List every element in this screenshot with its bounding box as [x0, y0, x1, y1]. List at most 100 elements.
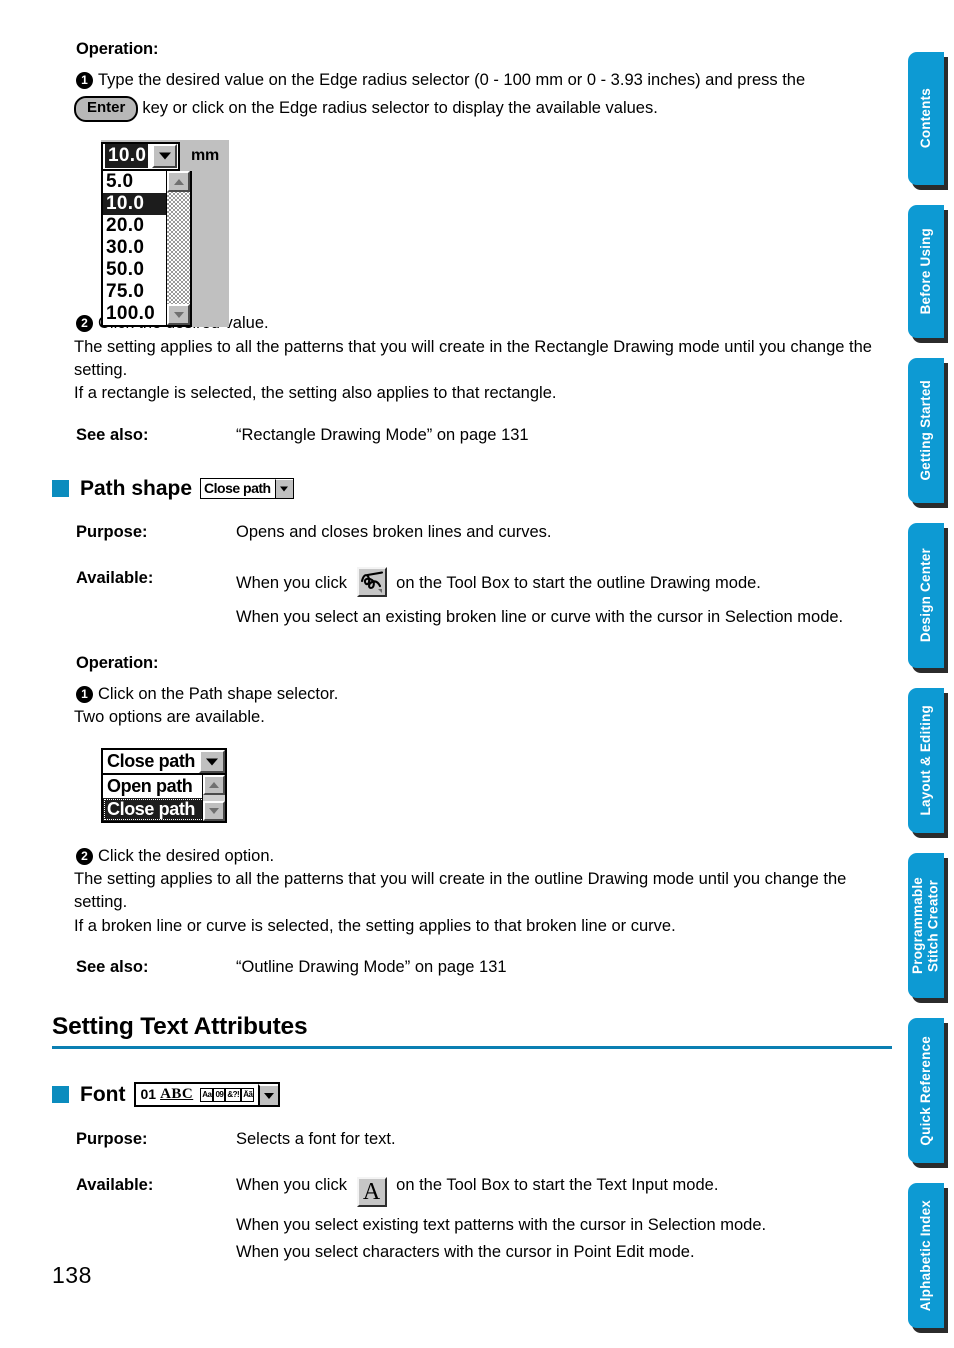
step-number-1: 1	[76, 72, 93, 89]
step-number-2-path: 2	[76, 847, 93, 865]
available-label: Available:	[76, 568, 154, 587]
available-value-font: When you click A on the Tool Box to star…	[236, 1174, 892, 1265]
chevron-down-icon[interactable]	[258, 1084, 279, 1106]
step-1-path-text: Click on the Path shape selector.	[98, 684, 339, 703]
sidebar-item-label: Quick Reference	[918, 1035, 934, 1146]
sidebar-item-label: Alphabetic Index	[918, 1199, 934, 1312]
sidebar-item-before-using[interactable]: Before Using	[908, 205, 944, 338]
page-title: Setting Text Attributes	[52, 1013, 308, 1041]
sidebar-item-label: Getting Started	[918, 380, 934, 481]
step-2-detail-1: The setting applies to all the patterns …	[74, 337, 872, 380]
chevron-down-icon[interactable]	[274, 479, 293, 499]
edge-radius-input[interactable]: 10.0	[101, 141, 180, 171]
font-glyph-box: &?!	[225, 1087, 242, 1102]
font-available-row: Available: When you click A on the Tool …	[76, 1174, 892, 1265]
heading-font: Font 01 ABC Aa 09 &?! Äã	[52, 1082, 892, 1108]
step-1-path: 1 Click on the Path shape selector.	[76, 683, 892, 706]
enter-key-badge: Enter	[74, 96, 139, 123]
available-value: When you click on the Tool Box to start …	[236, 566, 892, 630]
sidebar-item-label: Contents	[918, 88, 934, 149]
sidebar-item-getting-started[interactable]: Getting Started	[908, 358, 944, 503]
available-line-1: When you click on the Tool Box to start …	[236, 566, 892, 597]
purpose-label-font: Purpose:	[76, 1130, 148, 1149]
edge-radius-field-row: 10.0 mm	[101, 140, 229, 172]
purpose-value-font: Selects a font for text.	[236, 1130, 396, 1149]
path-purpose-row: Purpose: Opens and closes broken lines a…	[76, 521, 892, 545]
operation-label-path: Operation:	[76, 653, 159, 672]
sidebar-item-programmable-stitch-creator[interactable]: Programmable Stitch Creator	[908, 853, 944, 998]
chevron-down-icon[interactable]	[199, 750, 225, 773]
available-label-font: Available:	[76, 1176, 154, 1195]
scroll-up-icon[interactable]	[203, 775, 225, 795]
see-also-path: See also: “Outline Drawing Mode” on page…	[76, 958, 892, 977]
font-glyph-box: 09	[213, 1087, 226, 1102]
step-number-1-path: 1	[76, 685, 93, 703]
font-number: 01	[140, 1086, 157, 1103]
available-line-2: When you select an existing broken line …	[236, 607, 844, 626]
step-2-detail-2: If a rectangle is selected, the setting …	[74, 384, 557, 403]
sidebar-item-label: Design Center	[918, 548, 934, 643]
see-also-label-path: See also:	[76, 958, 149, 977]
edge-radius-dropdown-list[interactable]: 5.0 10.0 20.0 30.0 50.0 75.0 100.0	[101, 171, 192, 327]
bullet-square-icon	[52, 1086, 69, 1104]
scroll-up-icon[interactable]	[167, 171, 190, 192]
step-2-path-text: Click the desired option.	[98, 846, 275, 865]
operation-label-rectangle: Operation:	[76, 40, 159, 58]
font-purpose-row: Purpose: Selects a font for text.	[76, 1128, 892, 1152]
path-shape-field[interactable]: Close path	[101, 748, 227, 775]
purpose-value: Opens and closes broken lines and curves…	[236, 522, 552, 541]
scroll-down-icon[interactable]	[167, 304, 190, 325]
sidebar-item-design-center[interactable]: Design Center	[908, 523, 944, 668]
edge-radius-value: 10.0	[105, 144, 149, 168]
path-shape-value: Close path	[107, 751, 196, 771]
path-available-row: Available: When you click on the Tool Bo…	[76, 566, 892, 630]
outline-drawing-tool-icon[interactable]	[356, 566, 387, 597]
available-text-before: When you click	[236, 573, 347, 592]
font-glyph-box: Aa	[200, 1087, 214, 1102]
step-1-path-detail: Two options are available.	[74, 708, 265, 727]
sidebar-item-alphabetic-index[interactable]: Alphabetic Index	[908, 1183, 944, 1328]
section-text-attributes: Setting Text Attributes	[52, 1013, 892, 1050]
edge-radius-unit: mm	[191, 147, 220, 164]
step-1-text-after: key or click on the Edge radius selector…	[142, 99, 658, 118]
see-also-value[interactable]: “Rectangle Drawing Mode” on page 131	[236, 426, 529, 445]
text-input-tool-icon[interactable]: A	[356, 1177, 387, 1208]
manual-page: Operation: 1 Type the desired value on th…	[0, 0, 954, 1348]
path-shape-selector-value: Close path	[204, 480, 271, 497]
step-2-path-detail-2: If a broken line or curve is selected, t…	[74, 916, 676, 935]
sidebar-item-layout-editing[interactable]: Layout & Editing	[908, 688, 944, 833]
sidebar-item-label: Programmable Stitch Creator	[910, 877, 941, 974]
page-number: 138	[52, 1262, 92, 1288]
scroll-down-icon[interactable]	[203, 801, 225, 821]
font-glyph-set: Aa 09 &?! Äã	[200, 1084, 258, 1105]
step-1-continuation: Enter key or click on the Edge radius sel…	[74, 96, 892, 123]
see-also-value-path[interactable]: “Outline Drawing Mode” on page 131	[236, 958, 507, 977]
font-sample-abc: ABC	[160, 1086, 194, 1103]
path-shape-selector-inline[interactable]: Close path	[200, 478, 294, 500]
step-number-2: 2	[76, 315, 93, 333]
path-shape-selector-expanded[interactable]: Close path Open path Close path	[101, 748, 231, 823]
edge-radius-selector[interactable]: 10.0 mm 5.0 10.0 20.0 30.0 50.0 75.0 100…	[101, 140, 229, 327]
available-font-line-3: When you select characters with the curs…	[236, 1243, 695, 1262]
available-font-line-2: When you select existing text patterns w…	[236, 1216, 767, 1235]
available-font-text-before: When you click	[236, 1176, 347, 1195]
heading-path-shape: Path shape Close path	[52, 477, 892, 501]
dropdown-scrollbar[interactable]	[202, 775, 225, 821]
font-glyph-box: Äã	[241, 1087, 255, 1102]
step-1-rectangle: 1 Type the desired value on the Edge radi…	[76, 69, 892, 92]
sidebar-tab-strip: Contents Before Using Getting Started De…	[890, 0, 954, 1348]
available-font-text-after: on the Tool Box to start the Text Input …	[396, 1176, 719, 1195]
sidebar-item-label: Layout & Editing	[918, 705, 934, 816]
sidebar-item-quick-reference[interactable]: Quick Reference	[908, 1018, 944, 1163]
sidebar-item-contents[interactable]: Contents	[908, 52, 944, 185]
font-selector[interactable]: 01 ABC Aa 09 &?! Äã	[134, 1082, 281, 1108]
step-2-path-detail-1: The setting applies to all the patterns …	[74, 869, 847, 912]
available-font-line-1: When you click A on the Tool Box to star…	[236, 1174, 892, 1208]
sidebar-item-label: Before Using	[918, 228, 934, 315]
path-shape-dropdown-list[interactable]: Open path Close path	[101, 775, 227, 823]
dropdown-scrollbar[interactable]	[166, 171, 190, 325]
heading-path-shape-label: Path shape	[80, 476, 193, 500]
chevron-down-icon[interactable]	[152, 144, 177, 168]
step-2-path: 2 Click the desired option.	[76, 845, 892, 868]
available-text-after: on the Tool Box to start the outline Dra…	[396, 573, 761, 592]
